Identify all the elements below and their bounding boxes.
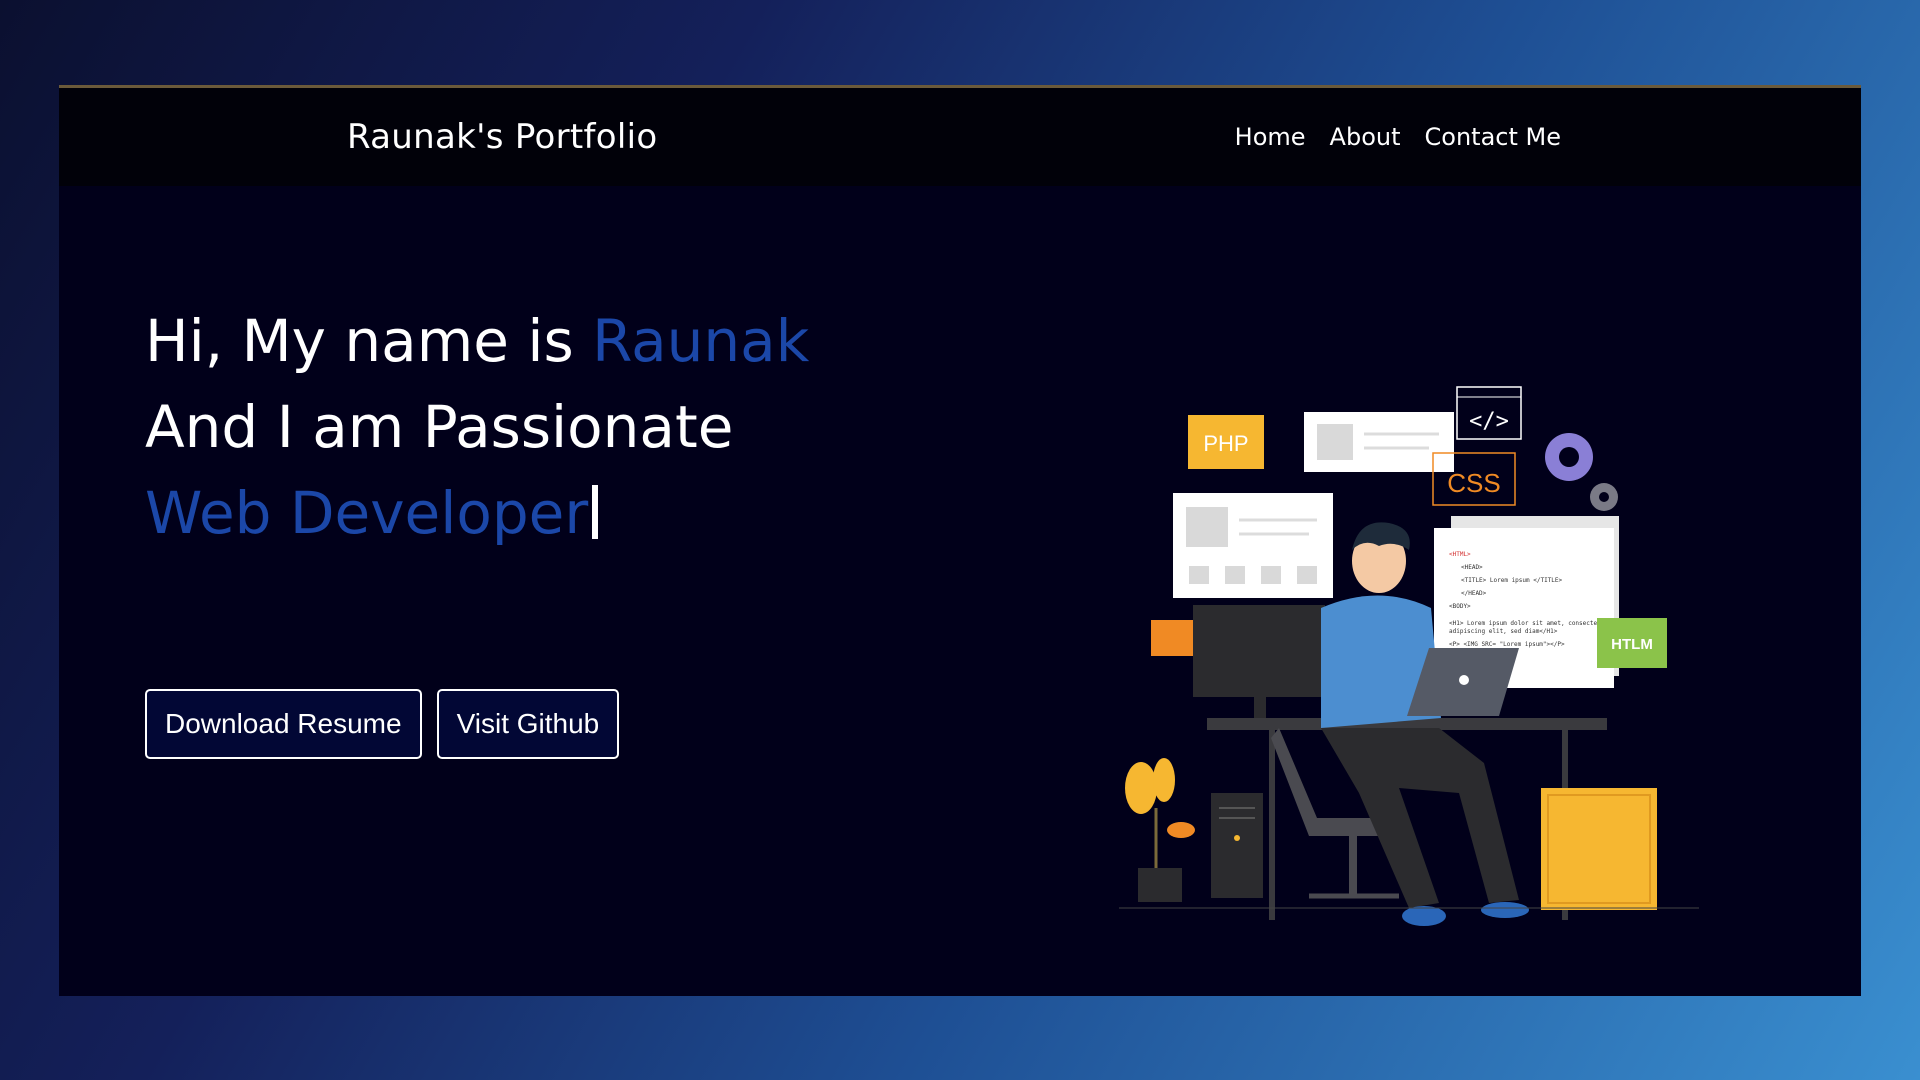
hero-name: Raunak (592, 307, 810, 375)
storage-box (1541, 788, 1657, 910)
developer-illustration: </> PHP CSS <HTML> <HEAD> <TITLE> Lorem … (1119, 386, 1699, 926)
nav-contact[interactable]: Contact Me (1425, 123, 1561, 151)
hero-buttons: Download Resume Visit Github (145, 689, 620, 759)
htlm-tag: HTLM (1597, 618, 1667, 668)
svg-text:<H1> Lorem ipsum dolor sit ame: <H1> Lorem ipsum dolor sit amet, consect… (1449, 620, 1608, 627)
nav-links: Home About Contact Me (1235, 88, 1561, 186)
gear-icon (1545, 433, 1618, 511)
download-resume-button[interactable]: Download Resume (145, 689, 422, 759)
plant-icon (1125, 758, 1195, 902)
typing-cursor (592, 485, 599, 539)
hero-line-1: Hi, My name is Raunak (145, 298, 809, 384)
php-label: PHP (1203, 431, 1248, 456)
brand-logo[interactable]: Raunak's Portfolio (347, 88, 657, 186)
nav-about[interactable]: About (1330, 123, 1401, 151)
hero-line-2: And I am Passionate (145, 393, 734, 461)
hero-intro: Hi, My name is (145, 307, 593, 375)
php-tag: PHP (1188, 415, 1264, 469)
svg-text:<HTML>: <HTML> (1449, 551, 1471, 558)
svg-text:<TITLE> Lorem ipsum </TITLE>: <TITLE> Lorem ipsum </TITLE> (1461, 577, 1563, 584)
pc-tower (1211, 793, 1263, 898)
svg-text:</HEAD>: </HEAD> (1461, 590, 1487, 597)
hero-heading: Hi, My name is Raunak And I am Passionat… (145, 298, 809, 556)
visit-github-button[interactable]: Visit Github (436, 689, 620, 759)
nav-home[interactable]: Home (1235, 123, 1306, 151)
hero-line-3: Web Developer (145, 470, 809, 556)
wireframe-card (1304, 412, 1454, 472)
htlm-label: HTLM (1611, 636, 1653, 653)
css-label: CSS (1447, 468, 1500, 498)
browser-viewport: Raunak's Portfolio Home About Contact Me… (59, 85, 1861, 996)
svg-text:</>: </> (1469, 409, 1509, 434)
svg-text:<P> <IMG SRC= "Lorem ipsum"></: <P> <IMG SRC= "Lorem ipsum"></P> (1449, 641, 1565, 648)
desktop-monitor (1193, 605, 1325, 719)
svg-text:<HEAD>: <HEAD> (1461, 564, 1483, 571)
svg-text:adipiscing elit, sed diam</H1>: adipiscing elit, sed diam</H1> (1449, 628, 1558, 635)
wireframe-card-large (1173, 493, 1333, 598)
svg-text:<BODY>: <BODY> (1449, 603, 1471, 610)
typed-role: Web Developer (145, 479, 589, 547)
navbar: Raunak's Portfolio Home About Contact Me (59, 88, 1861, 186)
orange-note (1151, 620, 1193, 656)
code-icon: </> (1456, 386, 1522, 440)
